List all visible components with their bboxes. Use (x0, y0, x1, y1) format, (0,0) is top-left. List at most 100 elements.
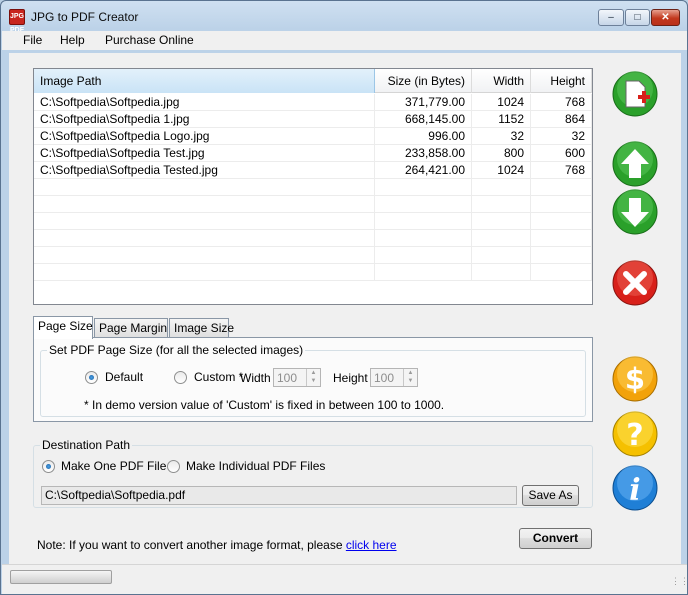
column-size[interactable]: Size (in Bytes) (375, 69, 472, 93)
cell-image-path: C:\Softpedia\Softpedia Logo.jpg (34, 128, 375, 145)
cell-height (531, 179, 592, 196)
cell-size (375, 230, 472, 247)
cell-size: 996.00 (375, 128, 472, 145)
cell-height: 768 (531, 94, 592, 111)
one-pdf-radio[interactable] (42, 460, 55, 473)
cell-size (375, 179, 472, 196)
page-size-group: Set PDF Page Size (for all the selected … (40, 343, 586, 417)
table-row[interactable]: C:\Softpedia\Softpedia 1.jpg 668,145.00 11… (34, 111, 592, 128)
menu-bar: File Help Purchase Online (2, 31, 687, 50)
table-row[interactable]: C:\Softpedia\Softpedia Test.jpg 233,858.0… (34, 145, 592, 162)
status-scrollbar[interactable] (10, 570, 112, 584)
default-radio[interactable] (85, 371, 98, 384)
resize-grip-icon[interactable]: ⋮⋮ (671, 577, 688, 590)
cell-image-path: C:\Softpedia\Softpedia 1.jpg (34, 111, 375, 128)
cell-width (472, 213, 531, 230)
cell-size (375, 213, 472, 230)
table-row[interactable]: C:\Softpedia\Softpedia Logo.jpg 996.00 32 3… (34, 128, 592, 145)
cell-size: 668,145.00 (375, 111, 472, 128)
cell-width: 800 (472, 145, 531, 162)
cell-image-path (34, 264, 375, 281)
one-pdf-label[interactable]: Make One PDF File (61, 459, 166, 473)
image-list[interactable]: Image Path Size (in Bytes) Width Height … (33, 68, 593, 305)
cell-image-path: C:\Softpedia\Softpedia Test.jpg (34, 145, 375, 162)
column-image-path[interactable]: Image Path (34, 69, 375, 93)
info-icon: i (612, 465, 658, 511)
table-row[interactable]: C:\Softpedia\Softpedia.jpg 371,779.00 1024… (34, 94, 592, 111)
info-button[interactable]: i (612, 465, 658, 511)
cell-size (375, 196, 472, 213)
default-label[interactable]: Default (105, 370, 143, 384)
cell-width: 32 (472, 128, 531, 145)
close-button[interactable]: ✕ (651, 9, 680, 26)
width-spinner[interactable]: 100 ▲ ▼ (273, 368, 321, 387)
save-as-button[interactable]: Save As (522, 485, 579, 506)
table-row[interactable] (34, 264, 592, 281)
cell-width (472, 179, 531, 196)
cell-size: 371,779.00 (375, 94, 472, 111)
move-down-icon (612, 189, 658, 235)
help-button[interactable]: ? (612, 411, 658, 457)
cell-height (531, 264, 592, 281)
menu-file[interactable]: File (23, 33, 42, 47)
menu-purchase-online[interactable]: Purchase Online (105, 33, 194, 47)
cell-width: 1024 (472, 162, 531, 179)
destination-path-field[interactable]: C:\Softpedia\Softpedia.pdf (41, 486, 517, 505)
page-size-panel: Set PDF Page Size (for all the selected … (33, 337, 593, 422)
cell-image-path (34, 213, 375, 230)
individual-pdf-label[interactable]: Make Individual PDF Files (186, 459, 325, 473)
help-icon: ? (612, 411, 658, 457)
tab-page-margin[interactable]: Page Margin (94, 318, 168, 338)
footer-note-text: Note: If you want to convert another ima… (37, 538, 343, 552)
purchase-dollar-icon: $ (612, 356, 658, 402)
minimize-icon: – (608, 12, 614, 23)
click-here-link[interactable]: click here (346, 538, 397, 552)
svg-text:?: ? (626, 418, 643, 453)
tab-page-size[interactable]: Page Size (33, 316, 93, 339)
cell-size: 264,421.00 (375, 162, 472, 179)
custom-label[interactable]: Custom * (194, 370, 243, 384)
cell-width: 1152 (472, 111, 531, 128)
add-image-button[interactable] (612, 71, 658, 117)
cell-height (531, 230, 592, 247)
svg-text:i: i (629, 473, 640, 508)
table-row[interactable] (34, 247, 592, 264)
convert-button[interactable]: Convert (519, 528, 592, 549)
delete-button[interactable] (612, 260, 658, 306)
footer-note: Note: If you want to convert another ima… (37, 538, 397, 552)
cell-image-path (34, 230, 375, 247)
cell-width (472, 264, 531, 281)
cell-height (531, 196, 592, 213)
table-row[interactable]: C:\Softpedia\Softpedia Tested.jpg 264,421… (34, 162, 592, 179)
width-spin-arrows-icon[interactable]: ▲ ▼ (306, 369, 320, 386)
individual-pdf-radio[interactable] (167, 460, 180, 473)
height-spinner[interactable]: 100 ▲ ▼ (370, 368, 418, 387)
width-label: Width (240, 371, 271, 385)
table-row[interactable] (34, 179, 592, 196)
window-title: JPG to PDF Creator (31, 10, 139, 24)
table-row[interactable] (34, 213, 592, 230)
tab-image-size[interactable]: Image Size (169, 318, 234, 338)
minimize-button[interactable]: – (598, 9, 624, 26)
column-height[interactable]: Height (531, 69, 592, 93)
cell-size (375, 247, 472, 264)
height-spin-arrows-icon[interactable]: ▲ ▼ (403, 369, 417, 386)
move-down-button[interactable] (612, 189, 658, 235)
purchase-button[interactable]: $ (612, 356, 658, 402)
table-row[interactable] (34, 196, 592, 213)
image-list-header: Image Path Size (in Bytes) Width Height (34, 69, 592, 93)
cell-image-path: C:\Softpedia\Softpedia Tested.jpg (34, 162, 375, 179)
move-up-button[interactable] (612, 141, 658, 187)
column-width[interactable]: Width (472, 69, 531, 93)
destination-group: Destination Path Make One PDF File Make … (33, 438, 593, 508)
menu-help[interactable]: Help (60, 33, 85, 47)
table-row[interactable] (34, 230, 592, 247)
cell-size (375, 264, 472, 281)
custom-radio[interactable] (174, 371, 187, 384)
maximize-button[interactable]: □ (625, 9, 650, 26)
title-bar[interactable]: JPG PDF JPG to PDF Creator – □ ✕ (1, 1, 687, 34)
cell-width (472, 230, 531, 247)
cell-height: 864 (531, 111, 592, 128)
close-icon: ✕ (661, 12, 670, 23)
cell-image-path (34, 247, 375, 264)
